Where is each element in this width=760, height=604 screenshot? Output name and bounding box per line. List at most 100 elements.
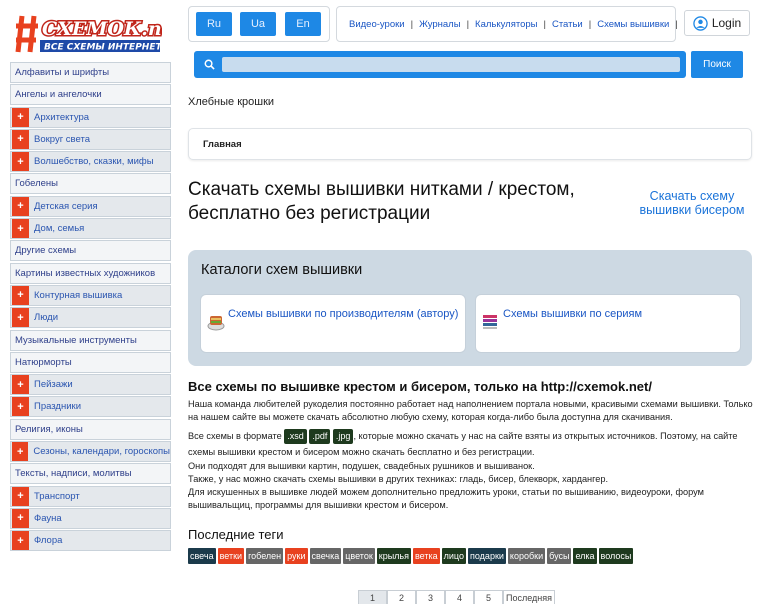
login-button[interactable]: Login (684, 10, 750, 36)
bead-schemes-link[interactable]: Скачать схему вышивки бисером (630, 189, 754, 217)
sidebar-item[interactable]: Гобелены (10, 173, 171, 195)
catalog-by-series-label: Схемы вышивки по сериям (503, 308, 643, 320)
sidebar-item-label: Натюрморты (15, 356, 72, 368)
page-link[interactable]: 3 (416, 590, 445, 604)
sidebar-item-label: Контурная вышивка (34, 289, 123, 301)
about-title: Все схемы по вышивке крестом и бисером, … (188, 379, 652, 394)
sidebar-item[interactable]: + Пейзажи (10, 374, 171, 396)
sidebar-item[interactable]: Натюрморты (10, 351, 171, 373)
nav-separator: | (410, 18, 414, 30)
sidebar-item[interactable]: + Вокруг света (10, 128, 171, 150)
sidebar-item-label: Люди (34, 312, 59, 324)
page-title: Скачать схемы вышивки нитками / крестом,… (188, 179, 575, 224)
sidebar-item[interactable]: Картины известных художников (10, 262, 171, 284)
tag-chip[interactable]: коробки (507, 548, 546, 564)
search-button[interactable]: Поиск (691, 51, 743, 78)
sidebar-item-label: Фауна (34, 512, 62, 524)
expand-plus-icon[interactable]: + (12, 219, 29, 239)
site-logo[interactable]: СХЕМОК.net ВСЕ СХЕМЫ ИНТЕРНЕТА (14, 12, 184, 56)
lang-en-button[interactable]: En (285, 12, 321, 36)
expand-plus-icon[interactable]: + (12, 397, 29, 417)
tag-chip[interactable]: лицо (441, 548, 466, 564)
catalog-by-manufacturer-card[interactable]: Схемы вышивки по производителям (автору) (200, 294, 466, 353)
tag-chip[interactable]: волосы (598, 548, 634, 564)
search-input[interactable] (222, 57, 680, 72)
sidebar-item-label: Праздники (34, 401, 81, 413)
about-text: Наша команда любителей рукоделия постоян… (188, 398, 754, 512)
sidebar-item[interactable]: + Сезоны, календари, гороскопы (10, 441, 171, 463)
tag-chip[interactable]: руки (285, 548, 308, 564)
sidebar-item-label: Тексты, надписи, молитвы (15, 468, 132, 480)
category-sidebar: Алфавиты и шрифты Ангелы и ангелочки + Архи… (10, 62, 171, 553)
svg-text:СХЕМОК.net: СХЕМОК.net (42, 18, 162, 40)
tag-chip[interactable]: цветок (343, 548, 375, 564)
nav-separator: | (543, 18, 546, 30)
sidebar-item[interactable]: + Детская серия (10, 195, 171, 217)
format-badge-xsd: .xsd (284, 429, 307, 444)
expand-plus-icon[interactable]: + (12, 531, 29, 551)
search-bar (194, 51, 686, 78)
sidebar-item[interactable]: Музыкальные инструменты (10, 329, 171, 351)
svg-text:ВСЕ СХЕМЫ ИНТЕРНЕТА: ВСЕ СХЕМЫ ИНТЕРНЕТА (44, 43, 162, 53)
tag-chip[interactable]: ветки (217, 548, 245, 564)
lang-ua-button[interactable]: Ua (240, 12, 276, 36)
recent-tags-title: Последние теги (188, 527, 284, 542)
expand-plus-icon[interactable]: + (12, 442, 29, 462)
about-paragraph: Они подходят для вышивки картин, подушек… (188, 461, 535, 471)
expand-plus-icon[interactable]: + (12, 129, 29, 149)
nav-video-lessons[interactable]: Видео-уроки (349, 19, 405, 30)
sidebar-item[interactable]: Тексты, надписи, молитвы (10, 463, 171, 485)
sidebar-item[interactable]: + Флора (10, 530, 171, 552)
sidebar-item[interactable]: + Архитектура (10, 106, 171, 128)
lang-ru-button[interactable]: Ru (196, 12, 232, 36)
tag-chip[interactable]: гобелен (246, 548, 284, 564)
expand-plus-icon[interactable]: + (12, 375, 29, 395)
expand-plus-icon[interactable]: + (12, 486, 29, 506)
expand-plus-icon[interactable]: + (12, 285, 29, 305)
page-link[interactable]: 1 (358, 590, 387, 604)
top-navigation: Видео-уроки | Журналы | Калькуляторы | Стат… (336, 6, 678, 42)
sidebar-item[interactable]: + Фауна (10, 507, 171, 529)
sidebar-item-label: Алфавиты и шрифты (15, 67, 110, 78)
expand-plus-icon[interactable]: + (12, 308, 29, 328)
sidebar-item[interactable]: + Люди (10, 307, 171, 329)
breadcrumb-home-link[interactable]: Главная (203, 139, 242, 150)
expand-plus-icon[interactable]: + (12, 196, 29, 216)
sidebar-item[interactable]: + Праздники (10, 396, 171, 418)
tag-chip[interactable]: подарки (468, 548, 506, 564)
tag-chip[interactable]: елка (573, 548, 597, 564)
login-label: Login (711, 16, 742, 30)
page-link[interactable]: 4 (445, 590, 474, 604)
language-switcher: Ru Ua En (188, 6, 330, 42)
sidebar-item-label: Флора (34, 535, 63, 547)
sidebar-item[interactable]: Алфавиты и шрифты (10, 62, 171, 83)
tag-chip[interactable]: свечка (309, 548, 342, 564)
tag-chip[interactable]: ветка (413, 548, 440, 564)
sidebar-item-label: Картины известных художников (15, 267, 156, 279)
sidebar-item[interactable]: + Волшебство, сказки, мифы (10, 151, 171, 173)
catalog-by-series-card[interactable]: Схемы вышивки по сериям (475, 294, 741, 353)
sidebar-item-label: Музыкальные инструменты (15, 334, 137, 346)
sidebar-item[interactable]: Религия, иконы (10, 418, 171, 440)
sidebar-item[interactable]: Другие схемы (10, 240, 171, 262)
sidebar-item[interactable]: + Дом, семья (10, 218, 171, 240)
thread-spool-icon (207, 316, 225, 331)
page-link[interactable]: Последняя (503, 590, 555, 604)
page-link[interactable]: 5 (474, 590, 503, 604)
sidebar-item[interactable]: Ангелы и ангелочки (10, 84, 171, 106)
expand-plus-icon[interactable]: + (12, 152, 29, 172)
expand-plus-icon[interactable]: + (12, 508, 29, 528)
sidebar-item[interactable]: + Транспорт (10, 485, 171, 507)
nav-articles[interactable]: Статьи (552, 19, 583, 30)
sidebar-item[interactable]: + Контурная вышивка (10, 284, 171, 306)
page-link[interactable]: 2 (387, 590, 416, 604)
catalogs-panel: Каталоги схем вышивки Схемы вышивки по п… (188, 250, 752, 366)
nav-calculators[interactable]: Калькуляторы (475, 19, 537, 30)
tag-chip[interactable]: бусы (547, 548, 572, 564)
nav-embroidery-schemes[interactable]: Схемы вышивки (597, 19, 669, 30)
nav-magazines[interactable]: Журналы (419, 19, 461, 30)
expand-plus-icon[interactable]: + (12, 107, 29, 127)
about-paragraph: Для искушенных в вышивке людей можем доп… (188, 487, 704, 510)
tag-chip[interactable]: свеча (188, 548, 216, 564)
tag-chip[interactable]: крылья (376, 548, 411, 564)
